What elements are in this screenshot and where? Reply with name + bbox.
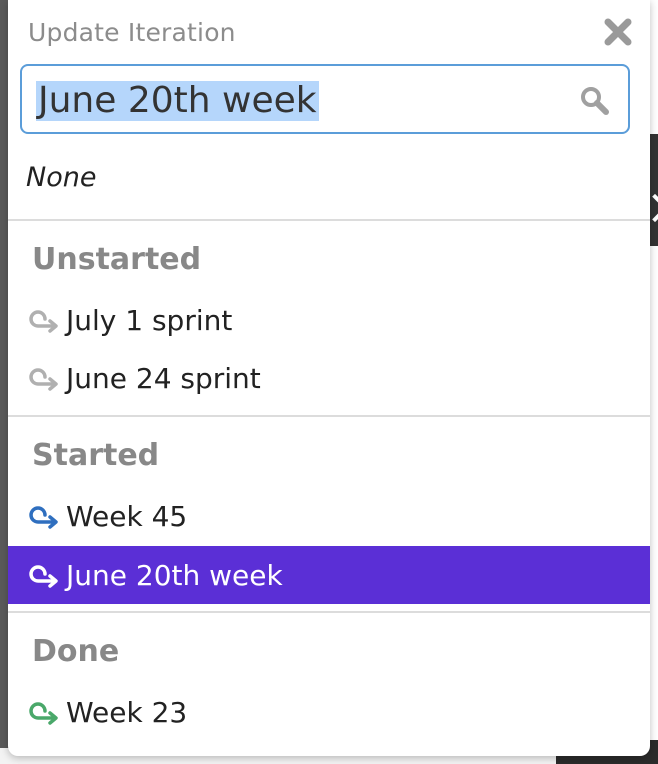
iteration-search-input[interactable]: June 20th week: [20, 64, 630, 134]
iteration-done-icon: [29, 702, 58, 725]
close-icon[interactable]: [600, 14, 636, 50]
update-iteration-popover: Update Iteration June 20th week None Uns…: [8, 0, 650, 756]
iteration-option[interactable]: June 24 sprint: [8, 349, 650, 407]
group-heading-started: Started: [32, 438, 160, 473]
iteration-option-label: June 20th week: [66, 558, 283, 592]
group-heading-unstarted: Unstarted: [32, 242, 202, 277]
search-input-value: June 20th week: [36, 80, 319, 121]
iteration-option-selected[interactable]: June 20th week: [8, 546, 650, 604]
iteration-option-label: July 1 sprint: [66, 303, 233, 337]
iteration-option[interactable]: Week 45: [8, 487, 650, 545]
iteration-unstarted-icon: [29, 368, 58, 391]
iteration-started-icon: [29, 506, 58, 529]
group-heading-done: Done: [32, 634, 120, 669]
search-icon: [581, 87, 609, 115]
iteration-started-icon: [29, 565, 58, 588]
iteration-option-label: Week 45: [66, 499, 188, 533]
divider: [8, 219, 650, 221]
iteration-option[interactable]: July 1 sprint: [8, 291, 650, 349]
iteration-option-label: June 24 sprint: [66, 361, 261, 395]
divider: [8, 611, 650, 613]
iteration-unstarted-icon: [29, 310, 58, 333]
iteration-option[interactable]: Week 23: [8, 683, 650, 741]
divider: [8, 415, 650, 417]
option-none[interactable]: None: [26, 162, 96, 193]
iteration-option-label: Week 23: [66, 695, 188, 729]
popover-title: Update Iteration: [28, 18, 236, 47]
